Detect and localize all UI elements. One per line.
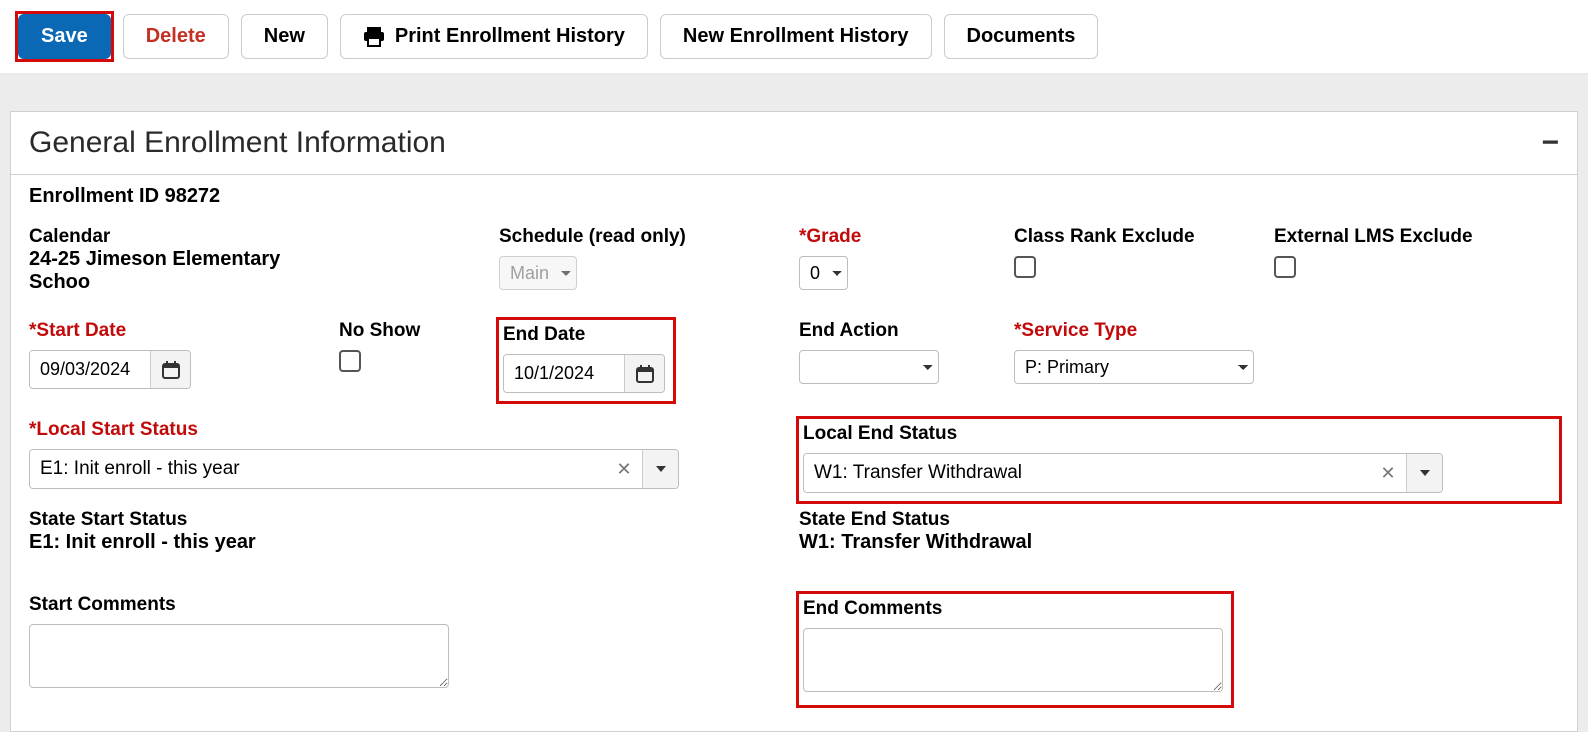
local-end-status-label: Local End Status — [803, 423, 1551, 445]
clear-icon: ✕ — [1380, 463, 1395, 483]
local-start-status-label: *Local Start Status — [29, 419, 799, 441]
local-start-status-clear-button[interactable]: ✕ — [606, 450, 642, 488]
grade-select[interactable]: 0 — [799, 256, 848, 290]
local-end-status-input[interactable] — [804, 454, 1370, 492]
state-start-status-value: E1: Init enroll - this year — [29, 531, 799, 554]
calendar-value: 24-25 Jimeson Elementary Schoo — [29, 248, 339, 294]
end-action-label: End Action — [799, 320, 1014, 342]
calendar-icon — [636, 365, 654, 383]
toolbar: Save Delete New Print Enrollment History… — [0, 0, 1588, 75]
enrollment-id: Enrollment ID 98272 — [29, 185, 1559, 208]
service-type-label: *Service Type — [1014, 320, 1274, 342]
start-date-input[interactable] — [30, 351, 150, 388]
no-show-checkbox[interactable] — [339, 350, 361, 372]
calendar-icon — [162, 361, 180, 379]
no-show-label: No Show — [339, 320, 499, 342]
print-button-label: Print Enrollment History — [395, 25, 625, 48]
chevron-down-icon — [1420, 470, 1430, 476]
start-date-label: *Start Date — [29, 320, 339, 342]
save-button[interactable]: Save — [18, 14, 111, 59]
printer-icon — [363, 27, 385, 47]
end-comments-label: End Comments — [803, 598, 1223, 620]
clear-icon: ✕ — [616, 459, 631, 479]
external-lms-exclude-label: External LMS Exclude — [1274, 226, 1534, 248]
calendar-label: Calendar — [29, 226, 339, 248]
delete-button[interactable]: Delete — [123, 14, 229, 59]
print-enrollment-history-button[interactable]: Print Enrollment History — [340, 14, 648, 59]
schedule-label: Schedule (read only) — [499, 226, 799, 248]
start-comments-label: Start Comments — [29, 594, 799, 616]
end-date-input[interactable] — [504, 355, 624, 392]
documents-button[interactable]: Documents — [944, 14, 1099, 59]
state-end-status-label: State End Status — [799, 509, 1559, 531]
local-start-status-dropdown-button[interactable] — [642, 450, 678, 488]
service-type-select[interactable]: P: Primary — [1014, 350, 1254, 384]
local-end-status-dropdown-button[interactable] — [1406, 454, 1442, 492]
class-rank-exclude-label: Class Rank Exclude — [1014, 226, 1274, 248]
state-start-status-label: State Start Status — [29, 509, 799, 531]
end-comments-textarea[interactable] — [803, 628, 1223, 692]
end-date-label: End Date — [503, 324, 665, 346]
end-date-calendar-button[interactable] — [624, 355, 664, 392]
start-date-calendar-button[interactable] — [150, 351, 190, 388]
local-start-status-input[interactable] — [30, 450, 606, 488]
collapse-toggle[interactable]: − — [1541, 126, 1559, 160]
general-enrollment-panel: General Enrollment Information − Enrollm… — [10, 111, 1578, 732]
end-action-select[interactable] — [799, 350, 939, 384]
state-end-status-value: W1: Transfer Withdrawal — [799, 531, 1559, 554]
external-lms-exclude-checkbox[interactable] — [1274, 256, 1296, 278]
start-comments-textarea[interactable] — [29, 624, 449, 688]
panel-title: General Enrollment Information — [29, 126, 446, 160]
new-button[interactable]: New — [241, 14, 328, 59]
local-end-status-clear-button[interactable]: ✕ — [1370, 454, 1406, 492]
schedule-select: Main — [499, 256, 577, 290]
class-rank-exclude-checkbox[interactable] — [1014, 256, 1036, 278]
new-enrollment-history-button[interactable]: New Enrollment History — [660, 14, 932, 59]
chevron-down-icon — [656, 466, 666, 472]
grade-label: *Grade — [799, 226, 1014, 248]
